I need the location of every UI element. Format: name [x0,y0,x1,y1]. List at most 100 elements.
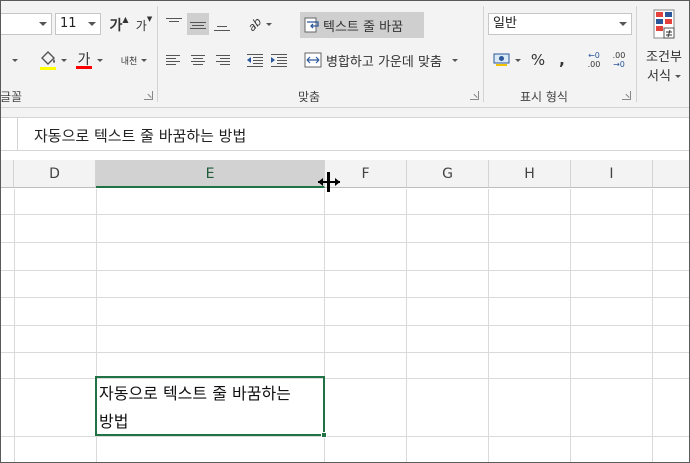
number-format-combo[interactable]: 일반 [488,13,632,35]
comma-label: , [559,51,565,69]
chevron-down-icon [515,58,521,62]
right-align-button[interactable] [211,49,233,71]
font-size-combo[interactable]: 11 [55,13,101,35]
chevron-down-icon [451,58,458,62]
column-header-e[interactable]: E [96,160,325,188]
column-header-g[interactable]: G [407,160,489,188]
align-bottom-icon [214,17,230,31]
grid-line [0,242,690,243]
conditional-formatting-icon [650,8,678,42]
bottom-align-button[interactable] [211,13,233,35]
align-center-icon [190,53,206,67]
chevron-down-icon [141,58,148,62]
font-color-button[interactable]: 가 [72,48,106,72]
formula-bar[interactable]: 자동으로 텍스트 줄 바꿈하는 방법 [0,117,690,151]
phonetic-label: 내천 [120,56,138,67]
font-color-icon: 가 [75,49,93,71]
fill-handle[interactable] [321,432,327,438]
grid-line [0,214,690,215]
align-top-icon [166,17,182,31]
alignment-dialog-launcher-icon[interactable] [470,91,479,100]
grid-line [570,189,571,463]
orientation-button[interactable]: ab [244,13,276,35]
font-dialog-launcher-icon[interactable] [144,91,153,100]
increase-decimal-button[interactable]: ←0 .00 [583,48,605,72]
grid-line [14,189,15,463]
number-format-value: 일반 [493,16,517,31]
merge-center-button[interactable]: 병합하고 가운데 맞춤 [300,47,482,73]
number-dialog-launcher-icon[interactable] [622,91,631,100]
text-orientation-icon: ab [245,14,265,34]
increase-decimal-label: .00 [587,60,601,69]
arrow-down-icon: ▼ [146,15,153,23]
group-separator [636,6,637,102]
wrap-text-button[interactable]: 텍스트 줄 바꿈 [300,12,424,38]
formula-bar-left-edge [0,118,18,150]
accounting-format-button[interactable] [490,49,524,71]
chevron-down-icon [265,22,272,26]
chevron-down-icon [12,58,18,62]
row-header-corner[interactable] [0,160,14,188]
decrease-font-size-button[interactable]: 가 ▼ [134,14,154,36]
ribbon: 11 가 ▲ 가 ▼ 가 내천 글꼴 ab 텍스트 줄 바꿈 병합하고 가운데 … [0,0,690,108]
increase-indent-button[interactable] [268,49,290,71]
decrease-font-label: 가 [135,18,147,33]
grid-line [0,436,690,437]
conditional-formatting-button[interactable]: 조건부 서식 [640,8,688,84]
cell-text-line-1: 자동으로 텍스트 줄 바꿈하는 [99,384,291,403]
align-right-icon [214,53,230,67]
alignment-group-label: 맞춤 [298,90,321,104]
wrap-text-icon [304,17,320,33]
cell-text-line-2: 방법 [99,412,129,431]
font-name-combo[interactable] [0,13,52,35]
decrease-decimal-button[interactable]: .00 →0 [608,48,630,72]
currency-icon [493,53,511,67]
phonetic-guide-button[interactable]: 내천 [116,48,152,72]
comma-style-button[interactable]: , [552,49,572,71]
grid-line [0,325,690,326]
top-align-button[interactable] [163,13,185,35]
column-header-i[interactable]: I [571,160,653,188]
increase-indent-icon [271,53,287,67]
group-separator [157,6,158,102]
decrease-indent-button[interactable] [244,49,266,71]
decrease-decimal-label: .00 [612,51,626,60]
column-resize-cursor-icon [318,172,340,192]
conditional-formatting-label-1: 조건부 [646,50,682,65]
increase-font-label: 가 [109,18,123,34]
column-header-h[interactable]: H [489,160,571,188]
active-cell-content[interactable]: 자동으로 텍스트 줄 바꿈하는 방법 [99,380,323,436]
percent-style-button[interactable]: % [527,49,549,71]
grid-line [0,297,690,298]
ribbon-gap [0,108,690,117]
column-header-d[interactable]: D [14,160,96,188]
center-align-button[interactable] [187,49,209,71]
align-left-icon [166,53,182,67]
grid-line [0,352,690,353]
fill-color-button[interactable] [36,48,70,72]
chevron-down-icon [39,22,47,26]
column-header-next[interactable] [653,160,690,188]
increase-decimal-icon: ←0 [588,51,600,60]
formula-gap [0,151,690,160]
merge-center-label: 병합하고 가운데 맞춤 [326,54,442,70]
chevron-down-icon [619,22,627,26]
decrease-decimal-icon: →0 [613,60,625,69]
paint-bucket-icon [39,50,57,70]
left-align-button[interactable] [163,49,185,71]
chevron-down-icon [674,75,681,78]
grid-line [652,189,653,463]
grid-line [406,189,407,463]
arrow-up-icon: ▲ [122,14,129,24]
font-group-label: 글꼴 [0,90,23,104]
merge-cells-icon [304,52,322,68]
formula-bar-content[interactable]: 자동으로 텍스트 줄 바꿈하는 방법 [34,125,246,146]
border-dropdown-button[interactable] [2,50,24,70]
middle-align-button[interactable] [187,13,209,35]
conditional-formatting-label-2: 서식 [647,65,681,84]
font-color-swatch [76,66,92,69]
font-size-value: 11 [60,16,77,31]
increase-font-size-button[interactable]: 가 ▲ [108,14,130,36]
chevron-down-icon [97,58,103,62]
percent-label: % [530,51,546,69]
